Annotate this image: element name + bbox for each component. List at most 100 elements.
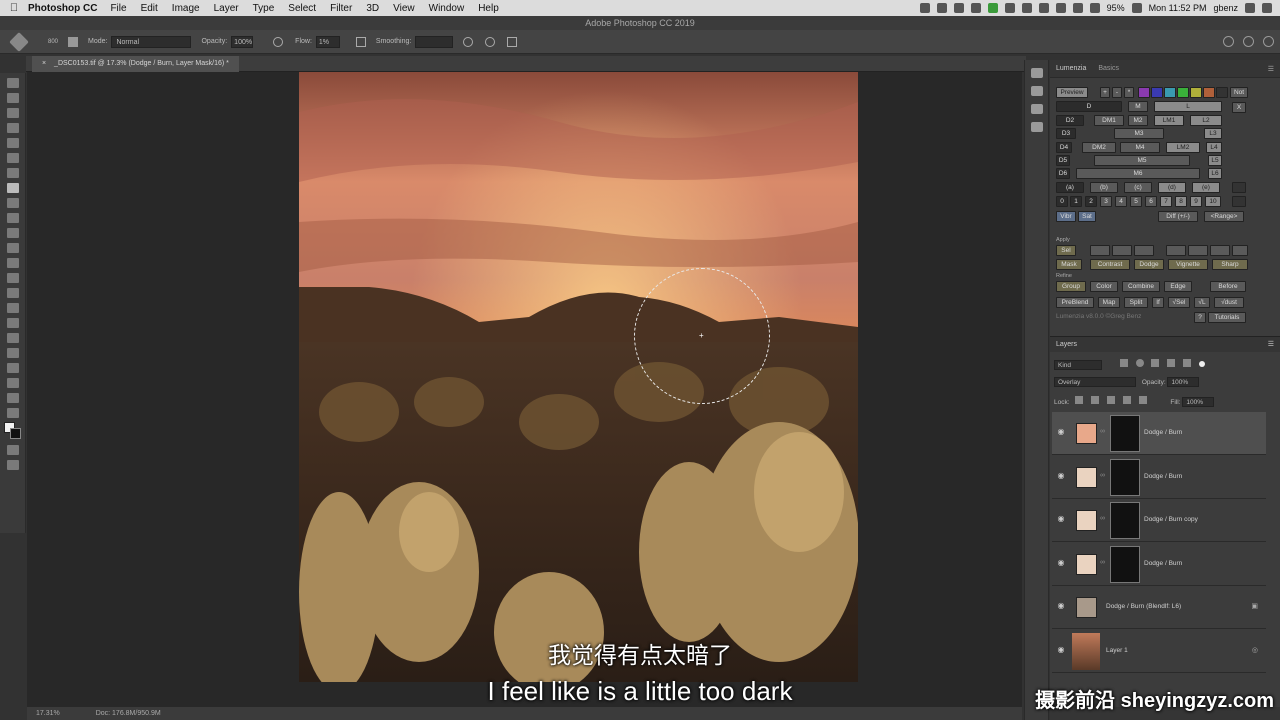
move-tool-icon[interactable] xyxy=(6,78,19,88)
info-icon[interactable] xyxy=(1030,122,1043,132)
num-0[interactable]: 0 xyxy=(1056,196,1068,207)
num-9[interactable]: 9 xyxy=(1190,196,1202,207)
wifi-icon[interactable] xyxy=(1089,3,1100,13)
zone-c[interactable]: (c) xyxy=(1124,182,1152,193)
share-icon[interactable] xyxy=(1263,36,1274,47)
color-red-button[interactable] xyxy=(1203,87,1215,98)
menu-help[interactable]: Help xyxy=(478,3,499,14)
angle-icon[interactable] xyxy=(485,36,496,47)
num-1[interactable]: 1 xyxy=(1070,196,1082,207)
link-icon[interactable]: ∞ xyxy=(1100,428,1105,435)
square-icon[interactable] xyxy=(1232,245,1248,256)
shape-filter-icon[interactable] xyxy=(1167,359,1176,367)
x-button[interactable]: X xyxy=(1232,102,1246,113)
time-machine-icon[interactable] xyxy=(1055,3,1066,13)
shape-tool-icon[interactable] xyxy=(6,333,19,343)
eraser-tool-icon[interactable] xyxy=(6,228,19,238)
lum-l4[interactable]: L4 xyxy=(1206,142,1222,153)
lum-d5[interactable]: D5 xyxy=(1056,155,1070,166)
brush-tool-icon[interactable] xyxy=(6,183,19,193)
airbrush-icon[interactable] xyxy=(355,36,366,47)
status-icon[interactable] xyxy=(919,3,930,13)
edge-button[interactable]: Edge xyxy=(1164,281,1192,292)
blur-tool-icon[interactable] xyxy=(6,258,19,268)
path-select-tool-icon[interactable] xyxy=(6,318,19,328)
diff-button[interactable]: Diff (+/-) xyxy=(1158,211,1198,222)
zoom-tool-icon[interactable] xyxy=(6,363,19,373)
gear-icon[interactable] xyxy=(463,36,474,47)
menu-image[interactable]: Image xyxy=(172,3,200,14)
levels-icon[interactable] xyxy=(1112,245,1132,256)
visibility-eye-icon[interactable]: ◉ xyxy=(1056,472,1066,480)
color-yellow-button[interactable] xyxy=(1190,87,1202,98)
document-tab[interactable]: × _DSC0153.tif @ 17.3% (Dodge / Burn, La… xyxy=(32,56,239,72)
color-button[interactable]: Color xyxy=(1090,281,1118,292)
menu-type[interactable]: Type xyxy=(253,3,275,14)
brush-size[interactable]: 800 xyxy=(48,39,58,45)
user-name[interactable]: gbenz xyxy=(1213,3,1238,13)
lum-d2[interactable]: D2 xyxy=(1056,115,1084,126)
pixel-filter-icon[interactable] xyxy=(1119,359,1128,367)
visibility-eye-icon[interactable]: ◉ xyxy=(1056,646,1066,654)
smart-object-filter-icon[interactable] xyxy=(1183,359,1192,367)
dodge-icon[interactable] xyxy=(1134,245,1154,256)
pressure-opacity-icon[interactable] xyxy=(273,36,284,47)
mask-button[interactable]: Mask xyxy=(1056,259,1082,270)
group-icon[interactable] xyxy=(1210,245,1230,256)
num-4[interactable]: 4 xyxy=(1115,196,1127,207)
zoom-level[interactable]: 17.31% xyxy=(36,710,60,717)
layer-mask-thumbnail[interactable] xyxy=(1110,459,1140,496)
visibility-eye-icon[interactable]: ◉ xyxy=(1056,515,1066,523)
eyedropper-icon[interactable] xyxy=(1232,196,1246,207)
lock-artboard-icon[interactable] xyxy=(1122,396,1131,404)
stamp-tool-icon[interactable] xyxy=(6,198,19,208)
layer-row[interactable]: ◉ Dodge / Burn (Blendlf: L6) ▣ xyxy=(1052,586,1266,629)
eyedropper-icon[interactable] xyxy=(1232,182,1246,193)
before-button[interactable]: Before xyxy=(1210,281,1246,292)
plugin-icon[interactable] xyxy=(1030,104,1043,114)
layer-name[interactable]: Dodge / Burn copy xyxy=(1144,516,1198,523)
volume-icon[interactable] xyxy=(1072,3,1083,13)
status-icon[interactable] xyxy=(936,3,947,13)
hand-tool-icon[interactable] xyxy=(6,348,19,358)
menu-edit[interactable]: Edit xyxy=(141,3,158,14)
layer-mask-thumbnail[interactable] xyxy=(1110,415,1140,452)
num-3[interactable]: 3 xyxy=(1100,196,1112,207)
minus-button[interactable]: - xyxy=(1112,87,1122,98)
lum-dm2[interactable]: DM2 xyxy=(1082,142,1116,153)
document-image[interactable] xyxy=(299,72,858,682)
default-colors-icon[interactable] xyxy=(6,408,19,418)
dodge-tool-icon[interactable] xyxy=(6,273,19,283)
layer-row[interactable]: ◉ ∞ Dodge / Burn xyxy=(1052,456,1266,499)
list-icon[interactable] xyxy=(1262,3,1272,13)
lum-m4[interactable]: M4 xyxy=(1120,142,1160,153)
eyedropper-icon[interactable] xyxy=(1216,87,1228,98)
marquee-tool-icon[interactable] xyxy=(6,93,19,103)
lock-position-icon[interactable] xyxy=(1106,396,1115,404)
brush-panel-icon[interactable] xyxy=(68,36,79,47)
color-swatches[interactable] xyxy=(4,422,25,440)
smart-filter-icon[interactable]: ◎ xyxy=(1252,646,1258,654)
preblend-button[interactable]: PreBlend xyxy=(1056,297,1094,308)
sharp-button[interactable]: Sharp xyxy=(1212,259,1248,270)
layer-opacity-input[interactable]: 100% xyxy=(1167,377,1200,387)
lum-lm2[interactable]: LM2 xyxy=(1166,142,1200,153)
lock-pixels-icon[interactable] xyxy=(1075,396,1084,404)
workspace-icon[interactable] xyxy=(1243,36,1254,47)
clock[interactable]: Mon 11:52 PM xyxy=(1149,3,1207,13)
visibility-eye-icon[interactable]: ◉ xyxy=(1056,559,1066,567)
lum-d[interactable]: D xyxy=(1056,101,1122,112)
background-color-swatch[interactable] xyxy=(10,428,21,439)
num-6[interactable]: 6 xyxy=(1145,196,1157,207)
map-button[interactable]: Map xyxy=(1098,297,1120,308)
status-icon[interactable] xyxy=(1038,3,1049,13)
layer-row[interactable]: ◉ ∞ Dodge / Burn xyxy=(1052,543,1266,586)
lum-l[interactable]: L xyxy=(1154,101,1222,112)
dodge-button[interactable]: Dodge xyxy=(1134,259,1164,270)
lum-m[interactable]: M xyxy=(1128,101,1148,112)
frame-tool-icon[interactable] xyxy=(6,378,19,388)
eyedropper-tool-icon[interactable] xyxy=(6,153,19,163)
layer-name[interactable]: Layer 1 xyxy=(1106,647,1128,654)
layers-title[interactable]: Layers xyxy=(1056,341,1077,348)
link-icon[interactable]: ∞ xyxy=(1100,472,1105,479)
